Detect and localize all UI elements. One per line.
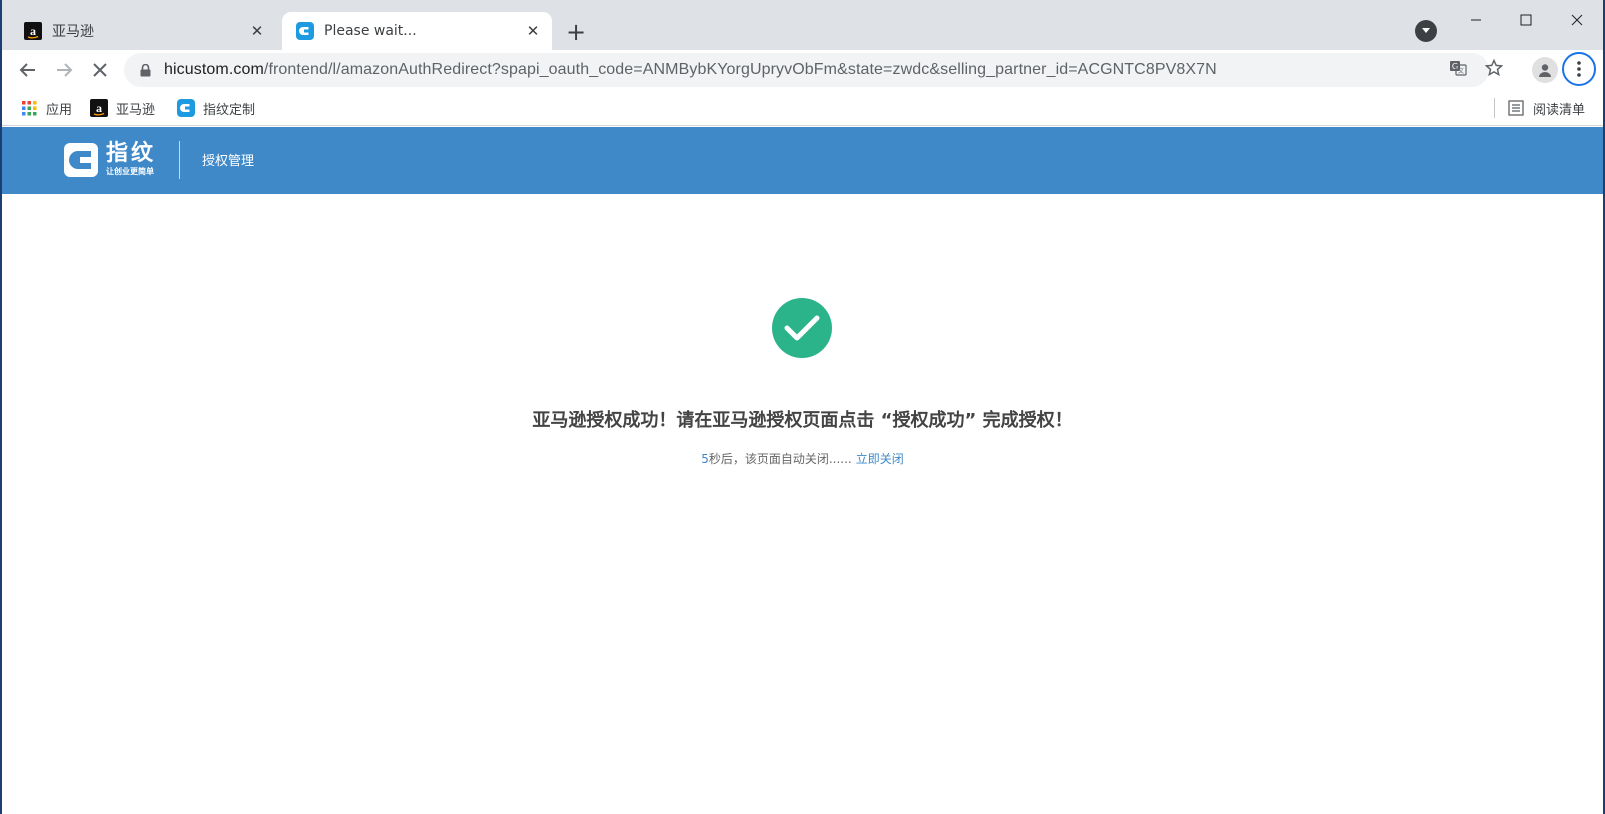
svg-text:a: a: [96, 101, 102, 115]
minimize-button[interactable]: [1452, 6, 1500, 34]
bookmark-label: 指纹定制: [203, 102, 256, 118]
forward-arrow-icon: [57, 63, 73, 77]
site-header: 指纹 让创业更简单 授权管理: [2, 127, 1603, 194]
tab-amazon[interactable]: a 亚马逊 ✕: [10, 12, 276, 50]
back-arrow-icon: [19, 63, 35, 77]
tab-title: Please wait...: [324, 23, 417, 39]
maximize-button[interactable]: [1502, 6, 1550, 34]
browser-window: a 亚马逊 ✕ Please wait... ✕ + hicustom.com/…: [0, 0, 1605, 814]
close-tab-icon[interactable]: ✕: [244, 18, 270, 44]
bookmark-amazon[interactable]: a 亚马逊: [90, 96, 155, 120]
bookmark-apps[interactable]: 应用: [20, 96, 72, 120]
lock-icon[interactable]: [138, 63, 152, 77]
stop-icon: [93, 63, 107, 77]
tab-strip: a 亚马逊 ✕ Please wait... ✕ +: [2, 0, 1603, 50]
logo-title: 指纹: [106, 141, 157, 166]
reading-list-icon: [1507, 99, 1525, 117]
forward-button[interactable]: [48, 54, 80, 86]
fingerprint-logo-icon: [177, 99, 195, 117]
translate-icon[interactable]: G文: [1445, 55, 1471, 81]
bookmark-star-icon[interactable]: [1481, 55, 1507, 81]
browser-menu-button[interactable]: [1562, 52, 1596, 86]
fingerprint-logo-icon: [64, 143, 98, 177]
amazon-icon: a: [24, 22, 42, 40]
apps-grid-icon: [20, 99, 38, 117]
stop-loading-button[interactable]: [84, 54, 116, 86]
new-tab-button[interactable]: +: [562, 18, 590, 46]
main-content: 亚马逊授权成功！请在亚马逊授权页面点击 “授权成功” 完成授权！ 5秒后，该页面…: [2, 194, 1603, 814]
logo-text: 指纹 让创业更简单: [106, 142, 156, 178]
tab-title: 亚马逊: [52, 24, 94, 40]
amazon-icon: a: [90, 99, 108, 117]
svg-text:a: a: [30, 24, 36, 38]
bookmark-label: 亚马逊: [116, 102, 156, 118]
logo-slogan: 让创业更简单: [106, 167, 154, 176]
bookmark-label: 应用: [46, 102, 73, 118]
reading-list-label: 阅读清单: [1533, 102, 1586, 118]
success-message: 亚马逊授权成功！请在亚马逊授权页面点击 “授权成功” 完成授权！: [532, 410, 1073, 431]
reading-list-button[interactable]: 阅读清单: [1507, 96, 1585, 120]
site-logo[interactable]: 指纹 让创业更简单: [64, 140, 156, 180]
bookmarks-divider: [1494, 98, 1495, 118]
url-host: hicustom.com: [164, 61, 264, 78]
back-button[interactable]: [12, 54, 44, 86]
address-bar[interactable]: hicustom.com/frontend/l/amazonAuthRedire…: [124, 53, 1489, 87]
bookmarks-bar: 应用 a 亚马逊 指纹定制 阅读清单: [2, 90, 1603, 126]
browser-toolbar: hicustom.com/frontend/l/amazonAuthRedire…: [2, 50, 1603, 90]
success-check-icon: [772, 298, 832, 358]
profile-avatar-icon[interactable]: [1532, 57, 1558, 83]
countdown-number: 5: [701, 452, 709, 466]
kebab-menu-icon: [1577, 61, 1581, 77]
close-tab-icon[interactable]: ✕: [520, 18, 546, 44]
url-text: hicustom.com/frontend/l/amazonAuthRedire…: [164, 61, 1217, 79]
svg-text:文: 文: [1458, 67, 1464, 75]
url-path: /frontend/l/amazonAuthRedirect?spapi_oau…: [263, 61, 1217, 78]
close-now-link[interactable]: 立即关闭: [856, 452, 904, 466]
tab-please-wait[interactable]: Please wait... ✕: [282, 12, 552, 50]
close-window-button[interactable]: [1553, 6, 1601, 34]
fingerprint-logo-icon: [296, 22, 314, 40]
header-divider: [179, 141, 180, 179]
countdown-notice: 5秒后，该页面自动关闭...... 立即关闭: [2, 450, 1603, 467]
countdown-text: 秒后，该页面自动关闭......: [708, 452, 852, 466]
nav-auth-management[interactable]: 授权管理: [202, 150, 254, 169]
bookmark-fingerprint[interactable]: 指纹定制: [177, 96, 255, 120]
tab-search-icon[interactable]: [1415, 20, 1437, 42]
